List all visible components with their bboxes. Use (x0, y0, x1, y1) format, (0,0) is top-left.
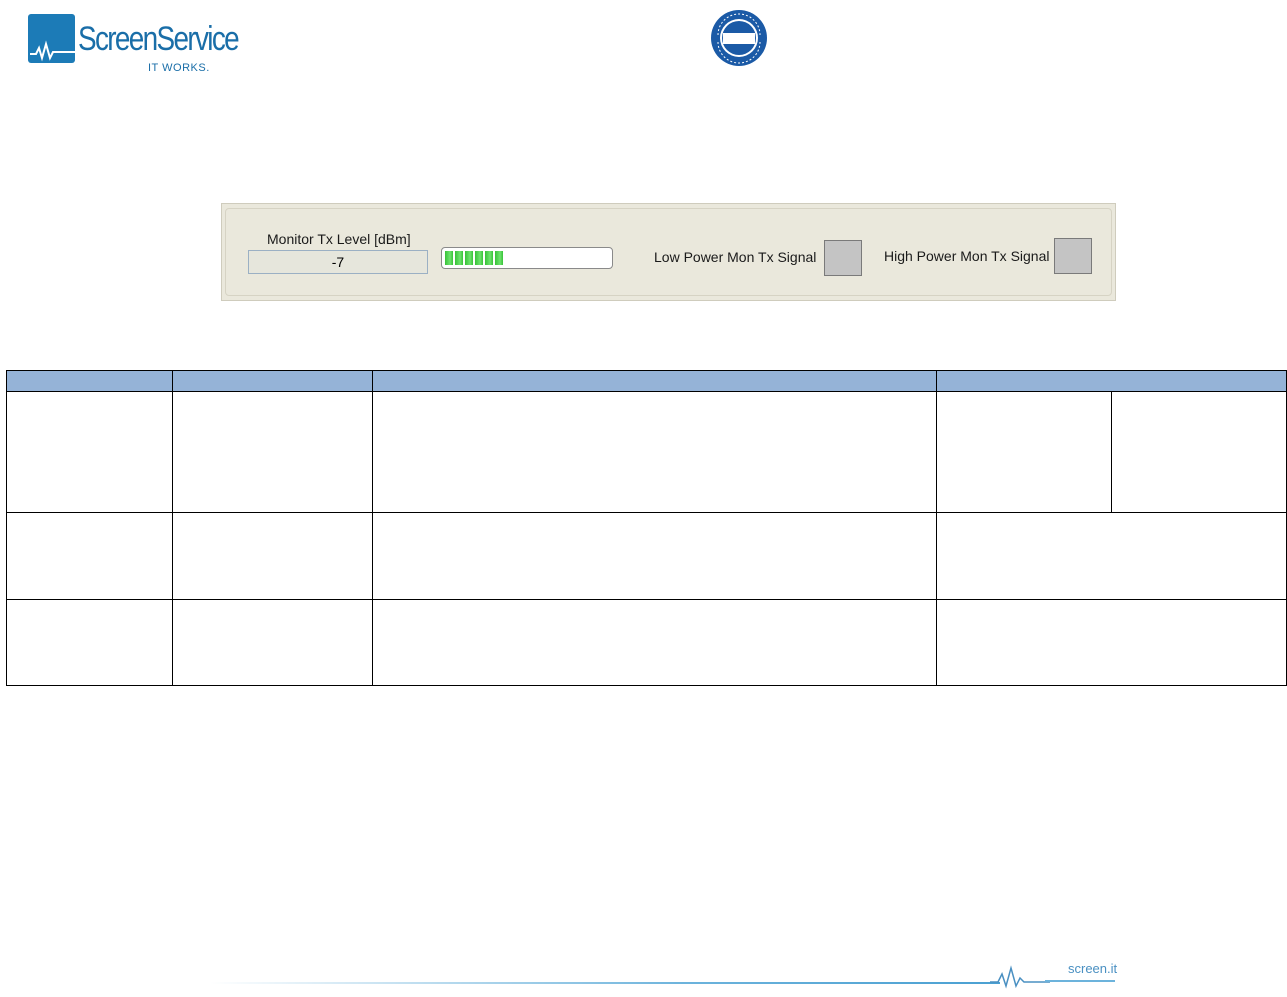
table-row (6, 391, 1287, 513)
footer-site-link[interactable]: screen.it (1068, 961, 1117, 976)
high-power-label: High Power Mon Tx Signal (884, 248, 1050, 264)
tx-level-meter (441, 247, 613, 269)
footer-divider (210, 982, 1000, 984)
table-header-cell (6, 370, 173, 392)
table-cell (172, 391, 373, 513)
table-cell (372, 599, 937, 686)
footer-wave-icon (990, 960, 1050, 992)
high-power-indicator (1054, 238, 1092, 274)
table-cell (372, 391, 937, 513)
table-row (6, 599, 1287, 686)
table-cell (172, 512, 373, 600)
footer-divider-right (1045, 980, 1115, 982)
table-cell (6, 599, 173, 686)
table-header-cell (936, 370, 1287, 392)
parameter-table (6, 370, 1287, 686)
table-cell (6, 391, 173, 513)
brand-tagline: IT WORKS. (148, 62, 210, 74)
table-cell (6, 512, 173, 600)
screenservice-logo: ScreenService IT WORKS. (28, 14, 240, 78)
low-power-label: Low Power Mon Tx Signal (654, 249, 817, 265)
tx-level-meter-fill (445, 251, 504, 265)
brand-name: ScreenService (78, 20, 240, 58)
table-header-row (6, 370, 1287, 392)
low-power-indicator (824, 240, 862, 276)
table-cell (936, 391, 1112, 513)
table-cell (936, 599, 1287, 686)
monitor-tx-panel: Monitor Tx Level [dBm] -7 Low Power Mon … (221, 203, 1116, 301)
iqnet-certification-seal-icon (710, 9, 768, 67)
logo-mark-icon (28, 14, 75, 63)
table-cell (1111, 391, 1287, 513)
tx-level-label: Monitor Tx Level [dBm] (267, 231, 411, 247)
table-header-cell (172, 370, 373, 392)
table-header-cell (372, 370, 937, 392)
table-cell (936, 512, 1287, 600)
tx-level-readout: -7 (248, 250, 428, 274)
table-cell (372, 512, 937, 600)
table-row (6, 512, 1287, 600)
table-cell (172, 599, 373, 686)
